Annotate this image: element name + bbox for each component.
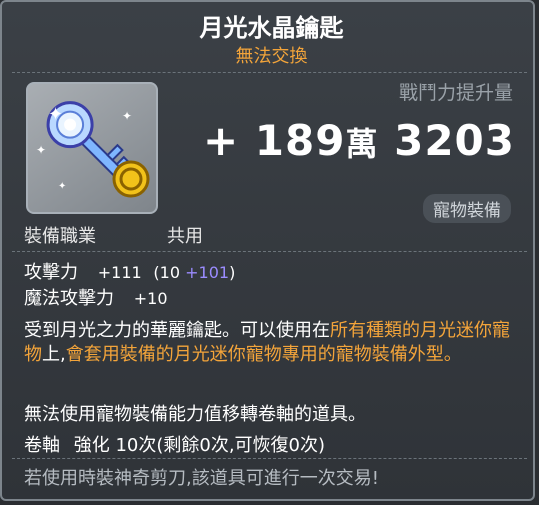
stat-detail-bonus: +101 bbox=[185, 263, 230, 282]
svg-text:✦: ✦ bbox=[36, 143, 46, 157]
divider bbox=[12, 458, 527, 459]
svg-text:✦: ✦ bbox=[58, 181, 66, 192]
tradeable-hint: 若使用時裝神奇剪刀,該道具可進行一次交易! bbox=[24, 468, 379, 489]
stat-attack: 攻擊力 +111 (10 +101) bbox=[24, 258, 235, 284]
divider bbox=[12, 251, 527, 252]
job-label: 裝備職業 bbox=[24, 226, 96, 247]
item-description: 受到月光之力的華麗鑰匙。可以使用在所有種類的月光迷你寵物上,會套用裝備的月光迷你… bbox=[24, 319, 519, 367]
stat-magic-attack: 魔法攻擊力 +10 bbox=[24, 284, 168, 310]
scroll-label: 卷軸 bbox=[24, 435, 60, 456]
pet-equipment-badge: 寵物裝備 bbox=[423, 194, 511, 223]
power-sign: + bbox=[202, 116, 240, 165]
scroll-info: 卷軸 強化 10次(剩餘0次,可恢復0次) bbox=[24, 431, 325, 457]
desc-highlight2: 會套用裝備的月光迷你寵物專用的寵物裝備外型。 bbox=[65, 344, 462, 365]
desc-part2: 上, bbox=[42, 344, 66, 365]
job-value: 共用 bbox=[167, 226, 203, 247]
crystal-key-icon: ✦ ✦ ✦ ✦ bbox=[36, 101, 150, 198]
scroll-text: 強化 10次(剩餘0次,可恢復0次) bbox=[73, 435, 326, 456]
combat-power-label: 戰鬥力提升量 bbox=[398, 82, 513, 104]
power-minor: 3203 bbox=[394, 116, 515, 165]
divider bbox=[12, 72, 527, 73]
power-major: 189 bbox=[254, 116, 346, 165]
stat-label: 攻擊力 bbox=[24, 262, 78, 283]
stat-label: 魔法攻擊力 bbox=[24, 288, 114, 309]
svg-text:✦: ✦ bbox=[48, 104, 63, 125]
stat-value: +111 bbox=[97, 263, 142, 282]
stat-detail-close: ) bbox=[229, 263, 236, 282]
stat-detail-open: (10 bbox=[153, 263, 186, 282]
svg-text:✦: ✦ bbox=[122, 109, 132, 123]
item-name: 月光水晶鑰匙 bbox=[199, 14, 344, 42]
power-unit: 萬 bbox=[345, 125, 379, 163]
stat-value: +10 bbox=[133, 289, 168, 308]
combat-power-value: + 189萬 3203 bbox=[203, 116, 515, 165]
item-tooltip: 月光水晶鑰匙 無法交換 ✦ ✦ ✦ ✦ 戰鬥力提升量 + 189萬 3203 寵… bbox=[0, 0, 535, 501]
trade-status: 無法交換 bbox=[235, 46, 308, 67]
no-transfer-note: 無法使用寵物裝備能力值移轉卷軸的道具。 bbox=[24, 404, 366, 425]
desc-part1: 受到月光之力的華麗鑰匙。可以使用在 bbox=[24, 320, 330, 341]
item-icon-frame: ✦ ✦ ✦ ✦ bbox=[26, 82, 158, 214]
